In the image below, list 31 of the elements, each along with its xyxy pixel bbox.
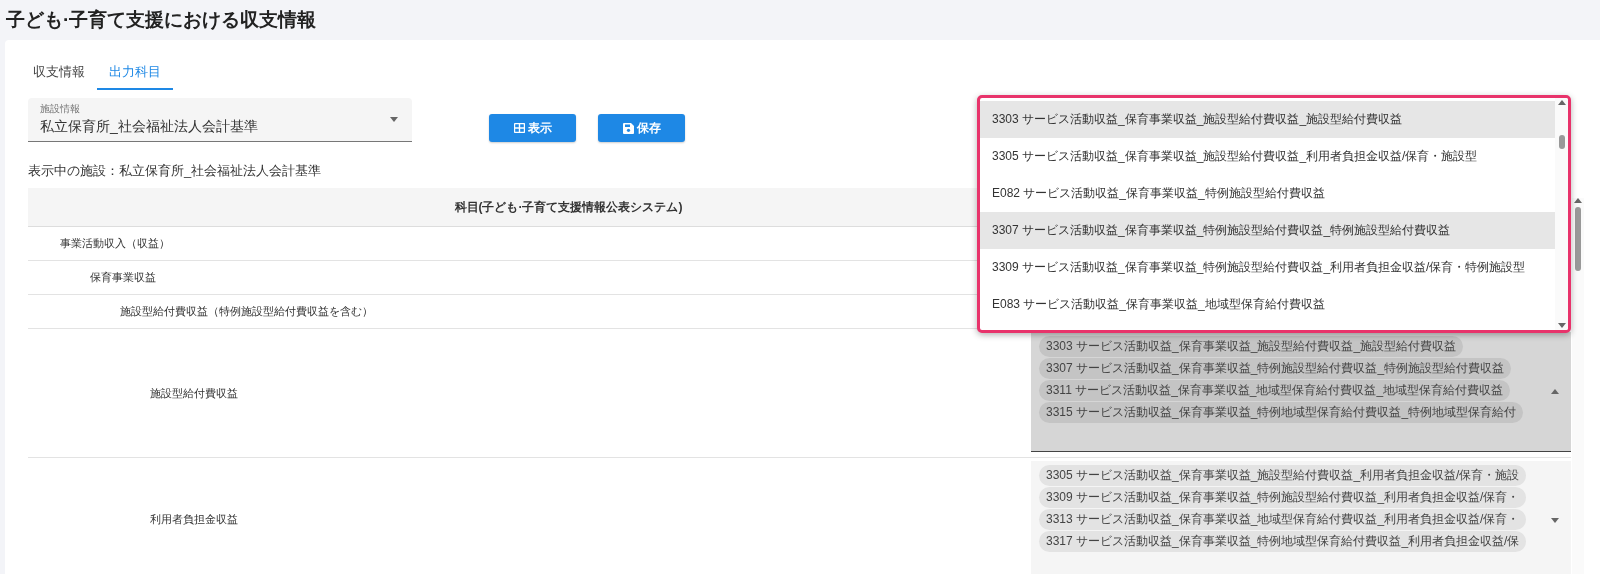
select-value: 私立保育所_社会福祉法人会計基準 [40, 117, 258, 136]
menu-option[interactable]: 3307 サービス活動収益_保育事業収益_特例施設型給付費収益_特例施設型給付費収益 [980, 212, 1555, 249]
chip: 3307 サービス活動収益_保育事業収益_特例施設型給付費収益_特例施設型給付費収益 [1039, 358, 1512, 379]
table-cell: 事業活動収入（収益） [60, 236, 170, 251]
save-button[interactable]: 保存 [598, 114, 685, 142]
chip: 3317 サービス活動収益_保育事業収益_特例地域型保育給付費収益_利用者負担金収益/保 [1039, 531, 1527, 552]
chip: 3311 サービス活動収益_保育事業収益_地域型保育給付費収益_地域型保育給付費収益 [1039, 380, 1511, 401]
facility-select[interactable]: 施設情報 私立保育所_社会福祉法人会計基準 [28, 98, 412, 142]
table-cell: 保育事業収益 [90, 270, 156, 285]
display-button[interactable]: 表示 [489, 114, 576, 142]
page-title: 子ども·子育て支援における収支情報 [5, 8, 318, 32]
chip: 3313 サービス活動収益_保育事業収益_地域型保育給付費収益_利用者負担金収益/保育・ [1039, 509, 1527, 530]
column-header: 科目(子ども·子育て支援情報公表システム) [454, 198, 683, 216]
mapping-select[interactable]: 3305 サービス活動収益_保育事業収益_施設型給付費収益_利用者負担金収益/保育・施設 3309 サービス活動収益_保育事業収益_特例施設型給付費収益_利用者負担金収益/保育・ 3313 サービス活動収益_保育事業収益_地域型保育給付費収益_利用者負担金収益/保育・ 3317 サービス活動収益_保育事業収益_特例地域型保育給付費収益_利用者負担金収益/保 [1031, 461, 1571, 574]
chip: 3309 サービス活動収益_保育事業収益_特例施設型給付費収益_利用者負担金収益/保育・ [1039, 487, 1527, 508]
chip: 3315 サービス活動収益_保育事業収益_特例地域型保育給付費収益_特例地域型保育給付 [1039, 402, 1524, 423]
chip: 3305 サービス活動収益_保育事業収益_施設型給付費収益_利用者負担金収益/保育・施設 [1039, 465, 1527, 486]
tab[interactable]: 収支情報 [21, 56, 97, 90]
menu-option[interactable]: 3309 サービス活動収益_保育事業収益_特例施設型給付費収益_利用者負担金収益/保育・特例施設型 [980, 249, 1555, 286]
field-label: 施設情報 [40, 103, 81, 115]
mapping-select[interactable]: 3303 サービス活動収益_保育事業収益_施設型給付費収益_施設型給付費収益 3307 サービス活動収益_保育事業収益_特例施設型給付費収益_特例施設型給付費収益 3311 サービス活動収益_保育事業収益_地域型保育給付費収益_地域型保育給付費収益 3315 サービス活動収益_保育事業収益_特例地域型保育給付費収益_特例地域型保育給付 [1031, 332, 1571, 452]
menu-option[interactable]: E083 サービス活動収益_保育事業収益_地域型保育給付費収益 [980, 286, 1555, 323]
tab[interactable]: 出力科目 [97, 56, 173, 90]
menu-option[interactable]: 3303 サービス活動収益_保育事業収益_施設型給付費収益_施設型給付費収益 [980, 101, 1555, 138]
chip: 3303 サービス活動収益_保育事業収益_施設型給付費収益_施設型給付費収益 [1039, 336, 1464, 357]
table-cell: 施設型給付費収益 [150, 385, 238, 401]
current-facility-text: 表示中の施設：私立保育所_社会福祉法人会計基準 [28, 162, 323, 180]
table-cell: 施設型給付費収益（特例施設型給付費収益を含む） [120, 304, 373, 319]
menu-option[interactable]: 3305 サービス活動収益_保育事業収益_施設型給付費収益_利用者負担金収益/保育・施設型 [980, 138, 1555, 175]
menu-option[interactable]: E082 サービス活動収益_保育事業収益_特例施設型給付費収益 [980, 175, 1555, 212]
table-cell: 利用者負担金収益 [150, 512, 238, 527]
